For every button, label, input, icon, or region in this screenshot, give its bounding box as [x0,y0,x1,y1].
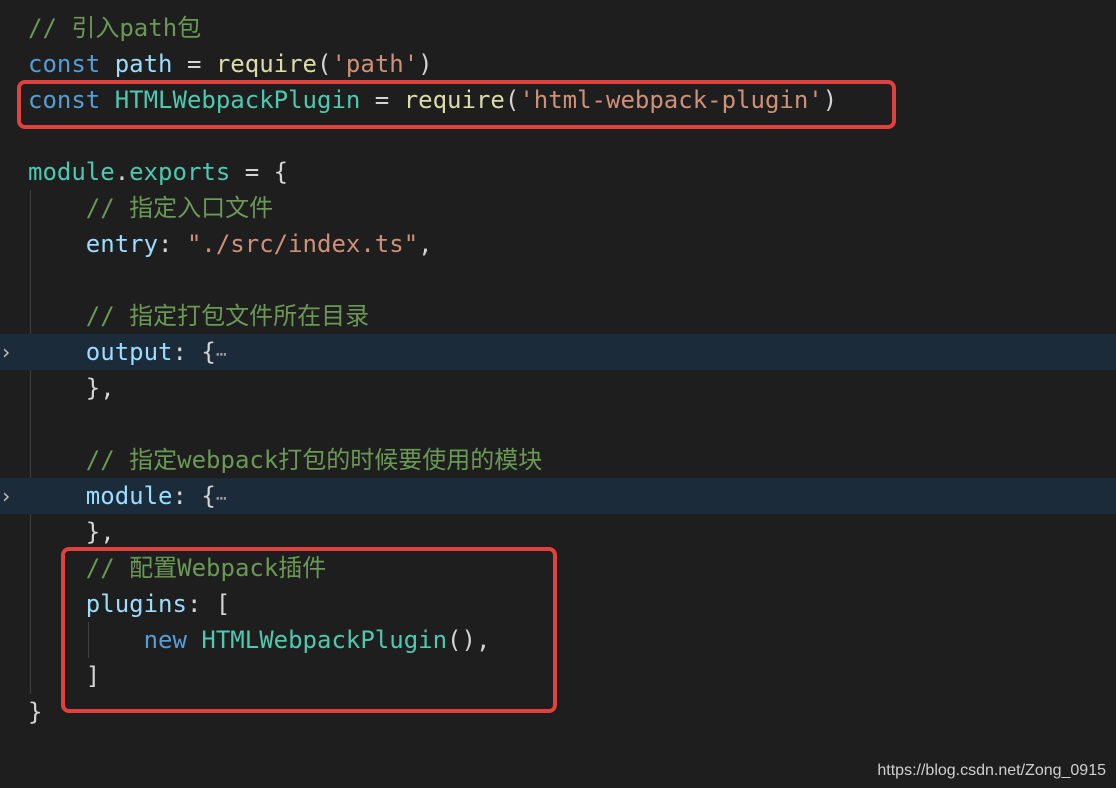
code-line[interactable]: › module: {⋯ [0,478,1116,514]
code-token: // 引入path包 [28,14,202,42]
code-token: path [114,50,173,78]
code-text: const path = require('path') [28,46,433,82]
code-token: 'path' [331,50,419,78]
annotation-box-plugins [61,547,557,713]
fold-chevron-icon[interactable]: › [0,486,12,506]
code-token: // 指定入口文件 [28,194,274,222]
code-text: module.exports = { [28,154,288,190]
code-token: . [114,158,130,186]
code-token: output [85,338,173,366]
code-line[interactable]: module.exports = { [0,154,1116,190]
annotation-box-require [17,80,896,129]
code-line[interactable]: // 引入path包 [0,10,1116,46]
code-token: , [418,230,433,258]
code-text: // 指定webpack打包的时候要使用的模块 [28,442,543,478]
code-token: : { [172,338,216,366]
code-text: entry: "./src/index.ts", [28,226,433,262]
code-token: = { [230,158,289,186]
code-token: : { [172,482,216,510]
watermark: https://blog.csdn.net/Zong_0915 [877,762,1106,779]
code-token: "./src/index.ts" [186,230,419,258]
fold-chevron-icon[interactable]: › [0,342,12,362]
code-token: } [28,698,43,726]
code-token: : [158,230,187,258]
code-editor[interactable]: // 引入path包 const path = require('path') co… [0,0,1116,788]
code-text: // 指定打包文件所在目录 [28,298,369,334]
code-text: output: {⋯ [28,334,227,373]
folded-ellipsis-icon[interactable]: ⋯ [216,344,227,365]
code-token: // 指定webpack打包的时候要使用的模块 [28,446,543,474]
code-token: entry [85,230,159,258]
code-text: // 引入path包 [28,10,201,46]
code-text: }, [28,370,115,406]
code-token: ( [317,50,332,78]
code-line[interactable]: › output: {⋯ [0,334,1116,370]
code-line[interactable]: const path = require('path') [0,46,1116,82]
code-line[interactable]: // 指定打包文件所在目录 [0,298,1116,334]
code-token: ) [418,50,433,78]
code-token: }, [28,518,115,546]
code-line[interactable]: // 指定webpack打包的时候要使用的模块 [0,442,1116,478]
code-line[interactable] [0,406,1116,442]
code-text: module: {⋯ [28,478,227,517]
code-token: require [215,50,318,78]
code-line[interactable]: }, [0,370,1116,406]
code-token: const [28,50,101,78]
code-text: }, [28,514,115,550]
code-text: // 指定入口文件 [28,190,273,226]
code-text: } [28,694,42,730]
code-token: exports [129,158,231,186]
code-line[interactable]: entry: "./src/index.ts", [0,226,1116,262]
code-token: // 指定打包文件所在目录 [28,302,370,330]
folded-ellipsis-icon[interactable]: ⋯ [216,488,227,509]
code-token: = [172,50,216,78]
code-line[interactable] [0,262,1116,298]
code-token: module [85,482,173,510]
code-line[interactable]: // 指定入口文件 [0,190,1116,226]
code-token: module [28,158,115,186]
code-token: }, [28,374,115,402]
code-line[interactable]: }, [0,514,1116,550]
